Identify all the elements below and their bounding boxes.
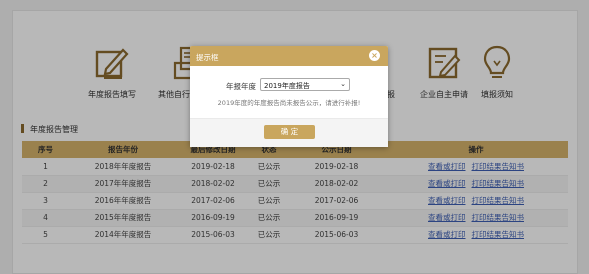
year-select-value: 2019年度报告 — [264, 82, 310, 90]
chevron-down-icon: ⌄ — [340, 80, 346, 88]
year-select[interactable]: 2019年度报告 ⌄ — [260, 78, 350, 91]
dialog-body: 年报年度 2019年度报告 ⌄ 2019年度的年度报告尚未报告公示，请进行补报! — [190, 66, 388, 118]
prompt-dialog: 提示框 × 年报年度 2019年度报告 ⌄ 2019年度的年度报告尚未报告公示，… — [190, 46, 388, 147]
confirm-button[interactable]: 确 定 — [264, 125, 315, 139]
dialog-message: 2019年度的年度报告尚未报告公示，请进行补报! — [217, 99, 361, 107]
close-icon[interactable]: × — [369, 50, 380, 61]
year-label: 年报年度 — [226, 82, 256, 91]
dialog-header: 提示框 × — [190, 46, 388, 66]
dialog-title: 提示框 — [196, 53, 219, 62]
dialog-footer: 确 定 — [190, 118, 388, 147]
